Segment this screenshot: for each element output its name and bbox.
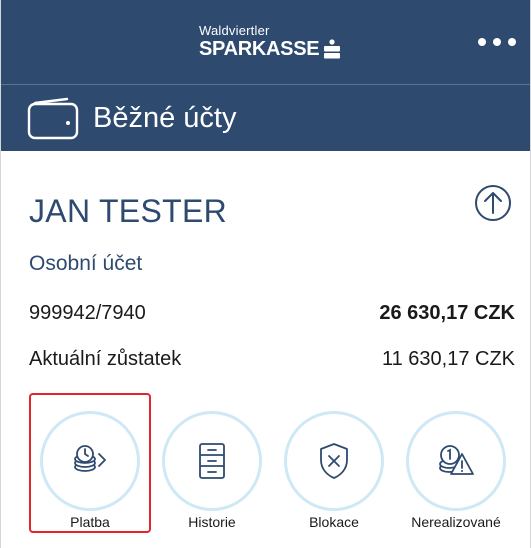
logo-small-text: Waldviertler [199,23,270,38]
app-screen: Waldviertler SPARKASSE Běžné účty JAN TE… [0,0,531,548]
wallet-icon [27,97,79,140]
current-balance-value: 11 630,17 CZK [381,348,515,370]
arrow-up-circle-icon[interactable] [473,183,513,223]
logo-big-text: SPARKASSE [199,38,320,60]
more-horizontal-icon[interactable] [474,28,520,56]
top-header: Waldviertler SPARKASSE [1,0,530,84]
sparkasse-logo: Waldviertler SPARKASSE [199,24,349,64]
blocking-button[interactable]: Blokace [273,405,395,535]
account-number: 999942/7940 [29,302,146,324]
coins-warning-icon [439,445,474,475]
current-balance-row: Aktuální zůstatek 11 630,17 CZK [29,346,515,372]
section-title: Běžné účty [93,102,237,134]
payment-coins-clock-icon [74,445,106,472]
current-balance-label: Aktuální zůstatek [29,348,182,370]
history-button[interactable]: Historie [151,405,273,535]
account-balance: 26 630,17 CZK [379,302,515,324]
unrealized-button[interactable]: Nerealizované [395,405,517,535]
account-holder-name: JAN TESTER [29,193,227,229]
blocking-label: Blokace [309,514,359,530]
sparkasse-s-icon [324,39,341,59]
account-type: Osobní účet [29,252,143,275]
account-number-row: 999942/7940 26 630,17 CZK [29,300,515,326]
payment-button[interactable]: Platba [29,405,151,535]
action-bar: Platba Historie Blokace Nerealizované [1,405,530,545]
unrealized-label: Nerealizované [411,514,501,530]
section-bar: Běžné účty [1,85,530,151]
payment-label: Platba [70,514,110,530]
shield-x-icon [320,443,348,479]
history-label: Historie [188,514,236,530]
filing-cabinet-icon [199,443,225,479]
